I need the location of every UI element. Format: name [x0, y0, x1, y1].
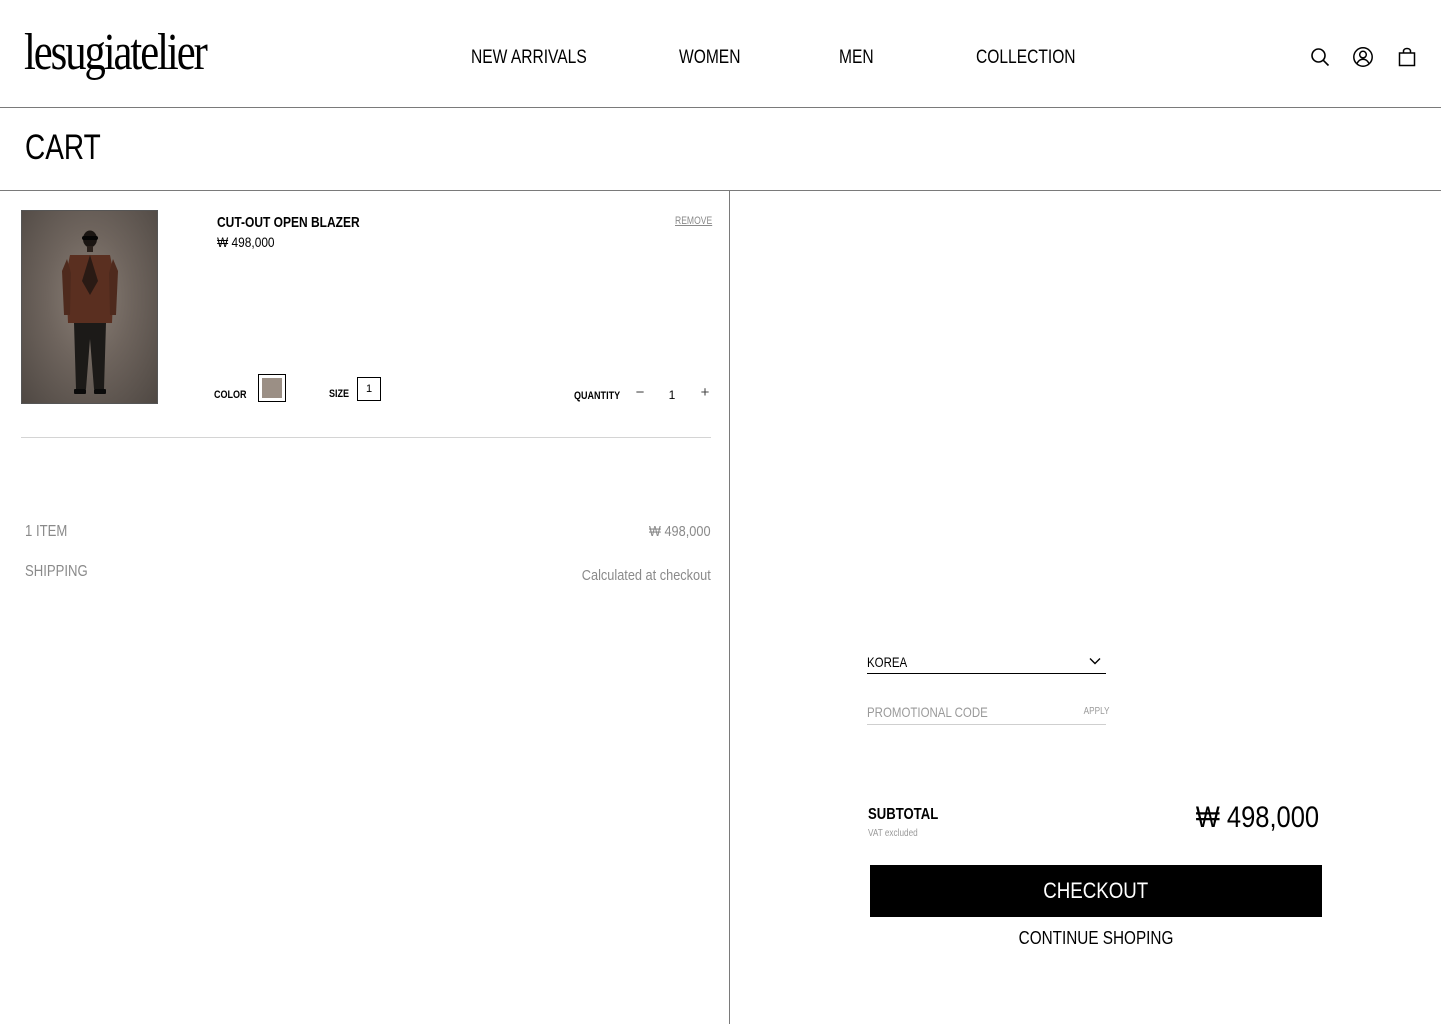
shipping-label: SHIPPING: [25, 563, 88, 580]
item-total-value: ₩ 498,000: [649, 523, 711, 540]
apply-promo-button[interactable]: APPLY: [1083, 706, 1109, 717]
checkout-button-label: CHECKOUT: [1043, 878, 1149, 903]
nav-new-arrivals[interactable]: NEW ARRIVALS: [471, 46, 587, 70]
color-label: COLOR: [214, 389, 247, 401]
nav-collection[interactable]: COLLECTION: [976, 46, 1076, 70]
quantity-value: 1: [668, 388, 676, 402]
quantity-increase-button[interactable]: +: [698, 384, 712, 402]
cart-title-bar: CART: [0, 108, 1441, 191]
product-price: ₩ 498,000: [217, 234, 275, 250]
shopping-bag-icon[interactable]: [1396, 46, 1418, 68]
subtotal-value: ₩ 498,000: [1195, 801, 1319, 834]
color-swatch[interactable]: [258, 374, 286, 402]
page-title: CART: [25, 128, 101, 167]
remove-button[interactable]: REMOVE: [675, 215, 712, 227]
product-image[interactable]: [21, 210, 158, 404]
shipping-value: Calculated at checkout: [581, 567, 711, 584]
quantity-decrease-button[interactable]: −: [633, 384, 647, 402]
color-swatch-fill: [262, 378, 282, 398]
chevron-down-icon: [1088, 654, 1102, 668]
account-icon[interactable]: [1352, 46, 1374, 68]
site-header: lesugiatelier NEW ARRIVALS WOMEN MEN COL…: [0, 0, 1441, 108]
checkout-button[interactable]: CHECKOUT: [870, 865, 1322, 917]
continue-shopping-link[interactable]: CONTINUE SHOPING: [870, 926, 1322, 950]
brand-logo[interactable]: lesugiatelier: [24, 18, 208, 88]
nav-men[interactable]: MEN: [839, 46, 874, 70]
vat-note: VAT excluded: [868, 828, 918, 839]
nav-women[interactable]: WOMEN: [679, 46, 740, 70]
promo-code-field: APPLY: [867, 700, 1109, 725]
country-value: KOREA: [867, 654, 908, 670]
country-select[interactable]: KOREA: [867, 650, 1106, 674]
size-label: SIZE: [329, 388, 350, 400]
search-icon[interactable]: [1309, 46, 1331, 68]
promo-code-input[interactable]: [867, 702, 1031, 722]
product-name[interactable]: CUT-OUT OPEN BLAZER: [217, 213, 360, 233]
item-count-label: 1 ITEM: [25, 523, 68, 540]
quantity-label: QUANTITY: [574, 390, 621, 402]
size-selector[interactable]: 1: [357, 377, 381, 401]
item-divider: [21, 437, 711, 438]
column-divider: [729, 191, 730, 1024]
continue-shopping-label: CONTINUE SHOPING: [1018, 928, 1174, 948]
subtotal-label: SUBTOTAL: [868, 806, 939, 823]
